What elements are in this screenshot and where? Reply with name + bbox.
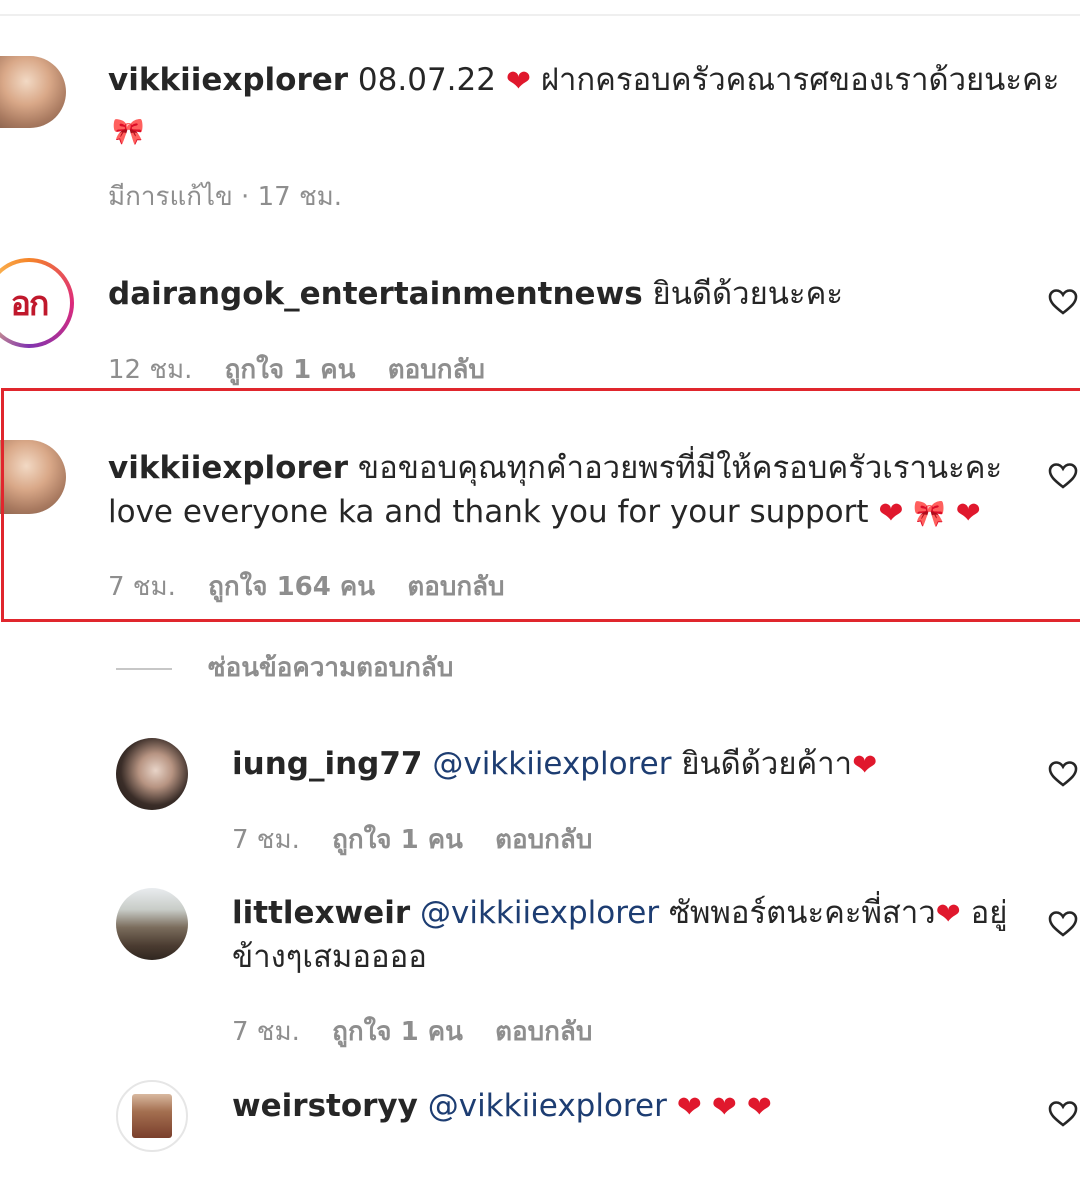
comment-text: dairangok_entertainmentnews ยินดีด้วยนะค… xyxy=(108,272,843,316)
avatar[interactable] xyxy=(116,888,188,960)
likes-count[interactable]: ถูกใจ 1 คน xyxy=(225,355,356,385)
red-heart-emoji: ❤ xyxy=(676,1090,702,1125)
top-divider xyxy=(0,14,1080,16)
heart-outline-icon[interactable] xyxy=(1046,1096,1080,1130)
red-heart-emoji: ❤ xyxy=(852,748,878,783)
reply-button[interactable]: ตอบกลับ xyxy=(407,572,504,602)
red-heart-emoji: ❤ xyxy=(505,64,531,99)
username[interactable]: weirstoryy xyxy=(232,1088,418,1124)
avatar-photo xyxy=(132,1094,172,1138)
ribbon-emoji: 🎀 xyxy=(913,499,946,529)
heart-outline-icon[interactable] xyxy=(1046,756,1080,790)
comment-text: vikkiiexplorer 08.07.22 ❤ ฝากครอบครัวคณา… xyxy=(108,58,1059,104)
reply-text: weirstoryy @vikkiiexplorer ❤ ❤ ❤ xyxy=(232,1084,772,1130)
avatar[interactable] xyxy=(116,1080,188,1152)
comment-body-english: love everyone ka and thank you for your … xyxy=(108,494,869,530)
reply-body: ยินดีด้วยค้าา xyxy=(681,746,853,782)
avatar[interactable] xyxy=(0,56,66,128)
avatar[interactable]: อก xyxy=(0,258,74,348)
comment-text-line2: love everyone ka and thank you for your … xyxy=(108,490,981,536)
mention-link[interactable]: @vikkiiexplorer xyxy=(428,1088,667,1124)
comment-body: 08.07.22 xyxy=(357,62,496,98)
username[interactable]: iung_ing77 xyxy=(232,746,422,782)
red-heart-emoji: ❤ xyxy=(746,1090,772,1125)
reply-text: iung_ing77 @vikkiiexplorer ยินดีด้วยค้าา… xyxy=(232,742,877,788)
comment-time: 7 ชม. xyxy=(108,572,176,602)
reply-button[interactable]: ตอบกลับ xyxy=(495,825,592,855)
avatar-logo-text: อก xyxy=(10,284,49,324)
comment-time: มีการแก้ไข · 17 ชม. xyxy=(108,182,342,212)
mention-link[interactable]: @vikkiiexplorer xyxy=(420,895,659,931)
red-heart-emoji: ❤ xyxy=(711,1090,737,1125)
comment-meta: มีการแก้ไข · 17 ชม. xyxy=(108,180,342,214)
red-heart-emoji: ❤ xyxy=(935,897,961,932)
likes-count[interactable]: ถูกใจ 1 คน xyxy=(332,825,463,855)
avatar[interactable] xyxy=(116,738,188,810)
comment-body: ขอขอบคุณทุกคำอวยพรที่มีให้ครอบครัวเรานะค… xyxy=(357,450,1003,486)
hide-replies-label[interactable]: ซ่อนข้อความตอบกลับ xyxy=(208,650,453,686)
comment-meta: 12 ชม. ถูกใจ 1 คน ตอบกลับ xyxy=(108,353,485,387)
heart-outline-icon[interactable] xyxy=(1046,458,1080,492)
reply-time: 7 ชม. xyxy=(232,1017,300,1047)
divider-dash xyxy=(116,668,172,670)
comment-text-line2: 🎀 xyxy=(112,108,144,154)
username[interactable]: dairangok_entertainmentnews xyxy=(108,276,643,312)
mention-link[interactable]: @vikkiiexplorer xyxy=(432,746,671,782)
avatar[interactable] xyxy=(0,440,66,514)
red-heart-emoji: ❤ xyxy=(955,496,981,531)
comment-time: 12 ชม. xyxy=(108,355,193,385)
reply-body-continued: อยู่ xyxy=(970,895,1008,931)
reply-meta: 7 ชม. ถูกใจ 1 คน ตอบกลับ xyxy=(232,823,592,857)
reply-time: 7 ชม. xyxy=(232,825,300,855)
red-heart-emoji: ❤ xyxy=(878,496,904,531)
reply-body-line2: ข้างๆเสมออออ xyxy=(232,939,427,975)
reply-text-line2: ข้างๆเสมออออ xyxy=(232,935,427,979)
username[interactable]: littlexweir xyxy=(232,895,410,931)
ribbon-emoji: 🎀 xyxy=(112,117,145,147)
comment-text: vikkiiexplorer ขอขอบคุณทุกคำอวยพรที่มีให… xyxy=(108,446,1002,490)
heart-outline-icon[interactable] xyxy=(1046,906,1080,940)
comment-body-continued: ฝากครอบครัวคณารศของเราด้วยนะคะ xyxy=(540,62,1060,98)
username[interactable]: vikkiiexplorer xyxy=(108,450,348,486)
likes-count[interactable]: ถูกใจ 164 คน xyxy=(208,572,375,602)
reply-button[interactable]: ตอบกลับ xyxy=(388,355,485,385)
reply-meta: 7 ชม. ถูกใจ 1 คน ตอบกลับ xyxy=(232,1015,592,1049)
heart-outline-icon[interactable] xyxy=(1046,284,1080,318)
username[interactable]: vikkiiexplorer xyxy=(108,62,348,98)
comment-body: ยินดีด้วยนะคะ xyxy=(652,276,843,312)
reply-text: littlexweir @vikkiiexplorer ซัพพอร์ตนะคะ… xyxy=(232,891,1007,937)
comment-meta: 7 ชม. ถูกใจ 164 คน ตอบกลับ xyxy=(108,570,505,604)
reply-button[interactable]: ตอบกลับ xyxy=(495,1017,592,1047)
reply-body: ซัพพอร์ตนะคะพี่สาว xyxy=(668,895,936,931)
likes-count[interactable]: ถูกใจ 1 คน xyxy=(332,1017,463,1047)
